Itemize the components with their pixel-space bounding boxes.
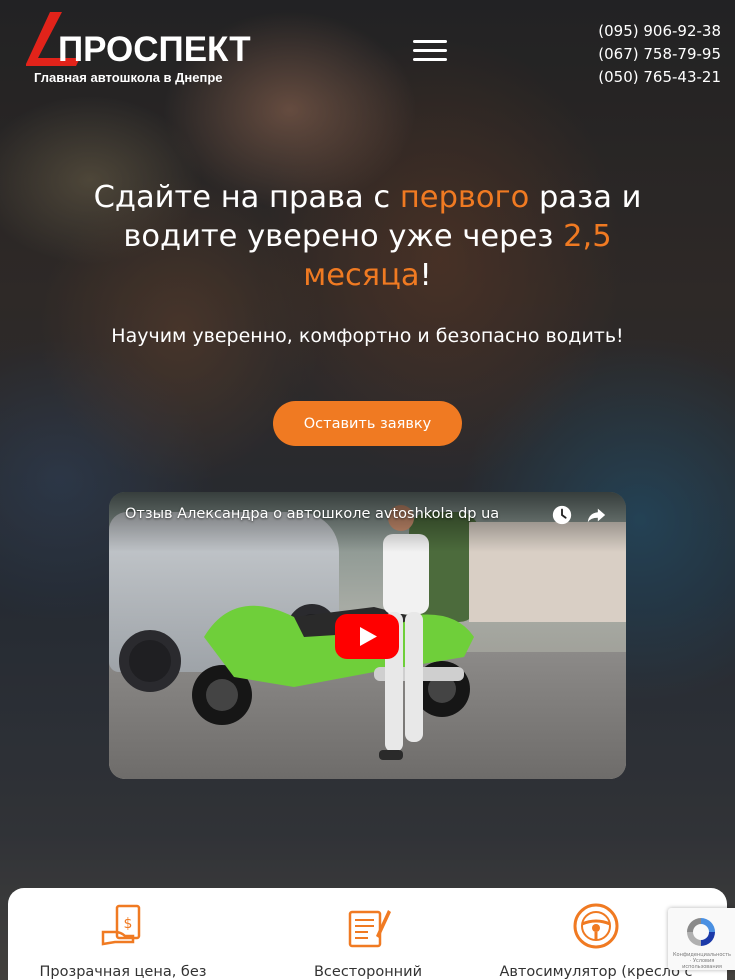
hero-headline: Сдайте на права с первого раза и водите …: [60, 178, 675, 295]
steering-wheel-icon: [573, 903, 619, 949]
logo-name: ПРОСПЕКТ: [58, 30, 251, 69]
phone-link-3[interactable]: (050) 765-43-21: [598, 66, 721, 89]
headline-text-3: !: [419, 258, 432, 293]
share-icon[interactable]: [585, 504, 607, 526]
video-title[interactable]: Отзыв Александра о автошколе avtoshkola …: [125, 506, 499, 522]
hero-section: ПРОСПЕКТ Главная автошкола в Днепре (095…: [0, 0, 735, 980]
video-motorcycle: [192, 605, 474, 725]
recaptcha-text[interactable]: Конфиденциальность · Условия использован…: [672, 952, 732, 970]
features-panel: $ Прозрачная цена, без Всесторонний Авто…: [8, 888, 727, 980]
feature-item-price: $ Прозрачная цена, без: [13, 888, 233, 980]
logo-tagline: Главная автошкола в Днепре: [34, 70, 223, 85]
leave-request-button[interactable]: Оставить заявку: [273, 401, 462, 446]
phone-list: (095) 906-92-38 (067) 758-79-95 (050) 76…: [598, 20, 721, 89]
headline-text-1: Сдайте на права с: [93, 180, 400, 215]
phone-link-1[interactable]: (095) 906-92-38: [598, 20, 721, 43]
watch-later-icon[interactable]: [551, 504, 573, 526]
document-pen-icon: [348, 910, 391, 948]
feature-item-comprehensive: Всесторонний: [258, 888, 478, 980]
headline-accent-1: первого: [399, 180, 530, 215]
feature-label-price: Прозрачная цена, без: [39, 964, 207, 980]
recaptcha-icon: [687, 918, 715, 946]
youtube-play-icon[interactable]: [335, 614, 399, 659]
video-topbar: [109, 492, 626, 552]
svg-text:$: $: [124, 916, 133, 932]
hamburger-menu-icon[interactable]: [413, 40, 453, 66]
video-embed[interactable]: Отзыв Александра о автошколе avtoshkola …: [109, 492, 626, 779]
hero-background-photo: [0, 0, 735, 980]
recaptcha-badge[interactable]: Конфиденциальность · Условия использован…: [668, 908, 735, 970]
site-logo[interactable]: ПРОСПЕКТ Главная автошкола в Днепре: [22, 8, 262, 88]
phone-link-2[interactable]: (067) 758-79-95: [598, 43, 721, 66]
hero-subheadline: Научим уверенно, комфортно и безопасно в…: [111, 325, 624, 347]
feature-label-comprehensive: Всесторонний: [313, 964, 422, 980]
cash-hand-icon: $: [101, 904, 141, 946]
